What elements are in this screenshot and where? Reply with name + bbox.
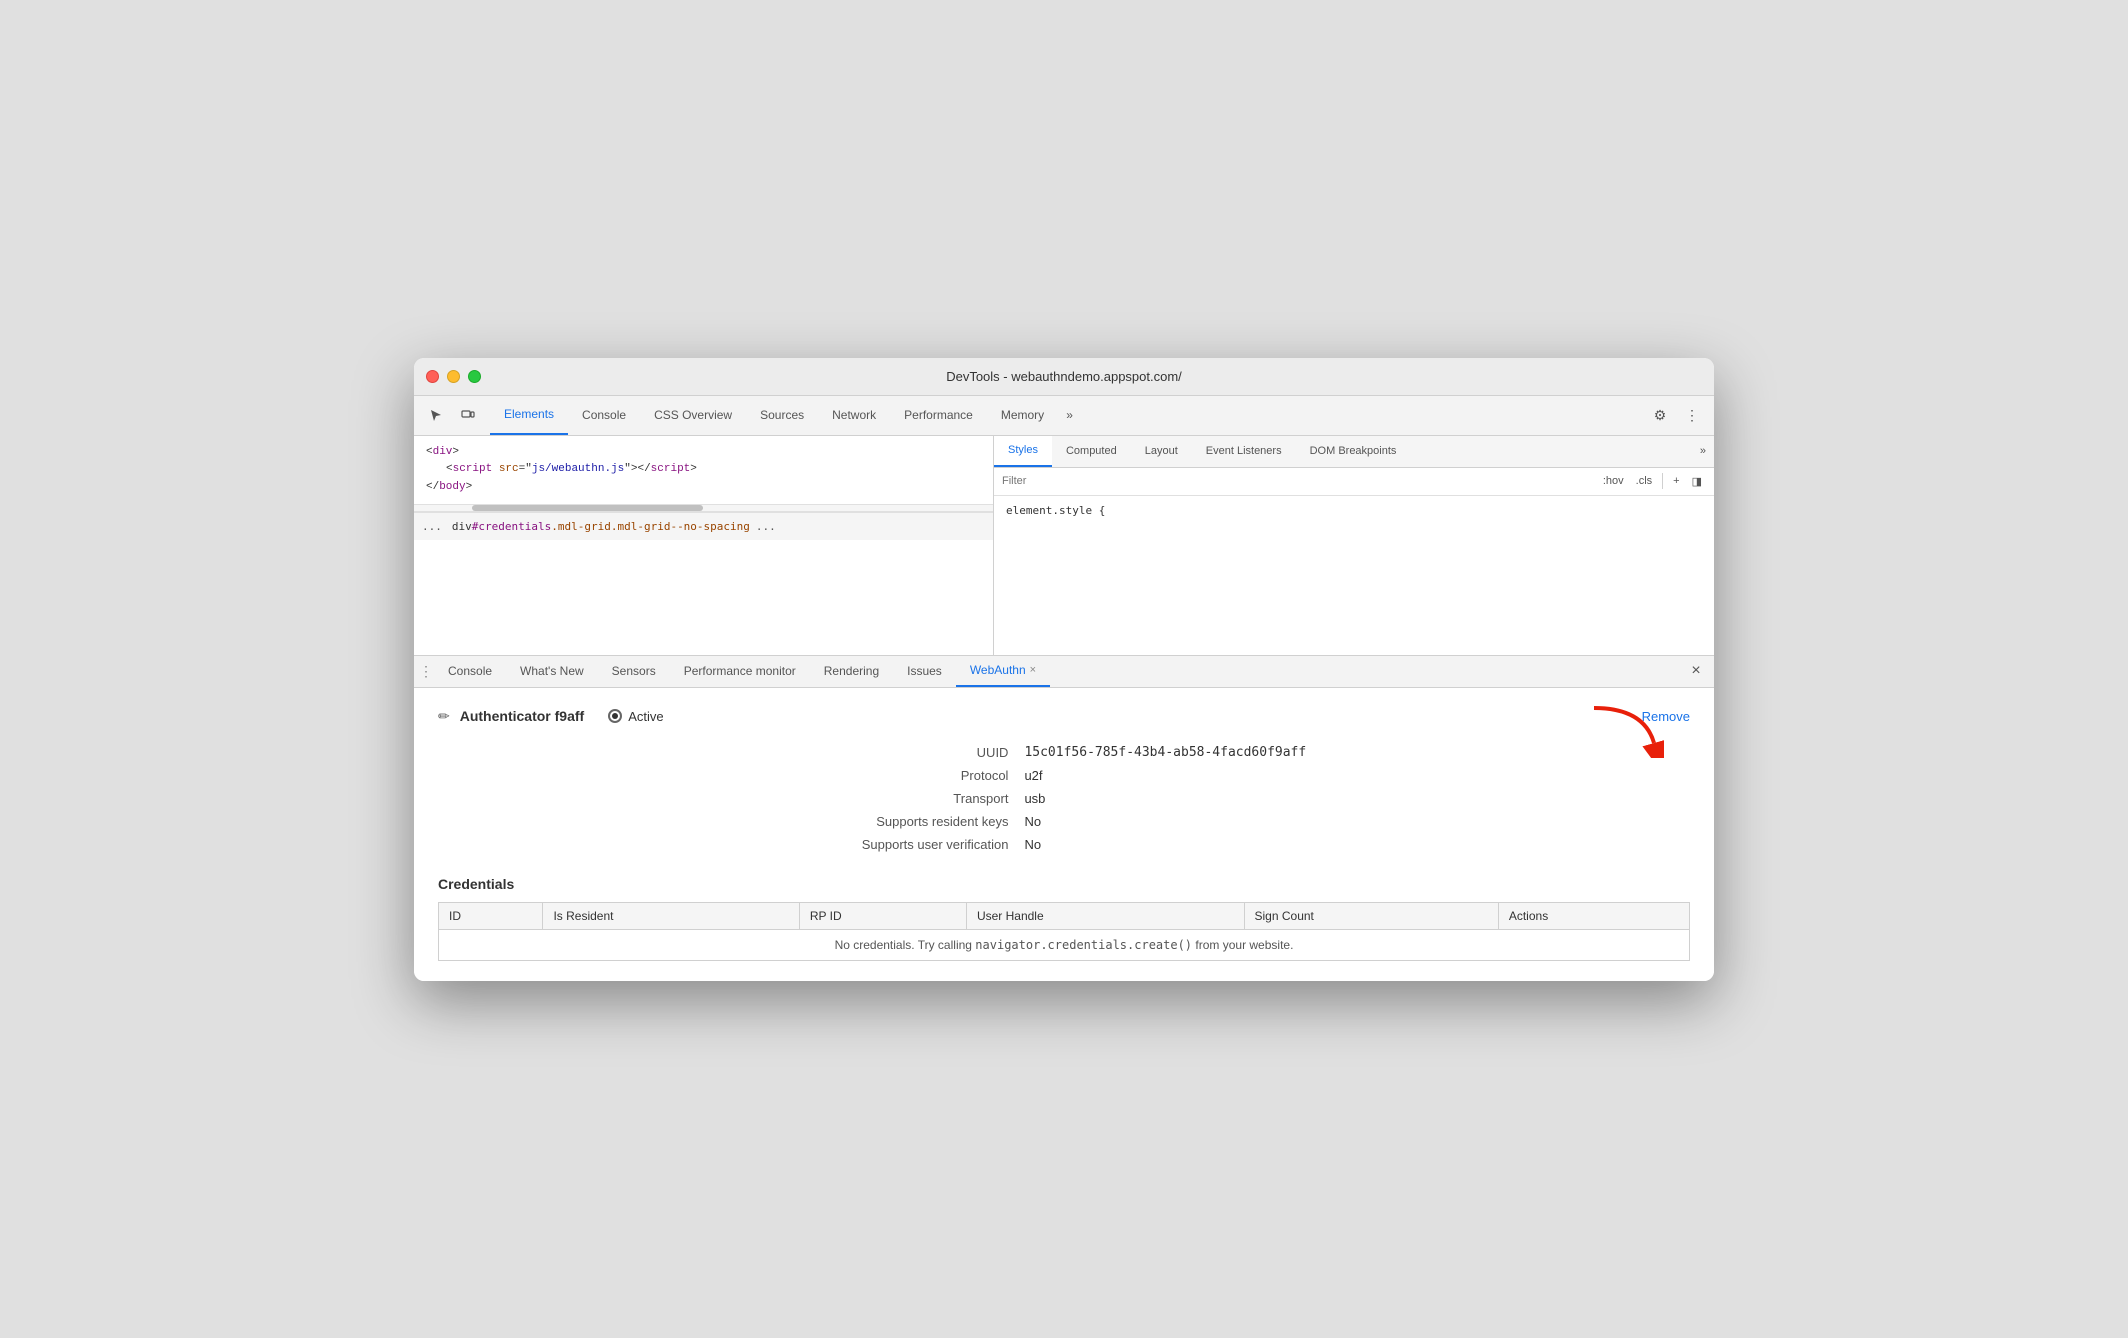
authenticator-name: Authenticator f9aff (460, 708, 584, 724)
auth-details: UUID 15c01f56-785f-43b4-ab58-4facd60f9af… (438, 745, 1690, 852)
tab-sources[interactable]: Sources (746, 395, 818, 435)
devtools-topbar-icons (422, 401, 482, 429)
top-panels: <div> <script src="js/webauthn.js"></scr… (414, 436, 1714, 656)
active-radio[interactable]: Active (608, 709, 663, 724)
cursor-icon[interactable] (422, 401, 450, 429)
dom-line-2: <script src="js/webauthn.js"></script> (426, 461, 981, 479)
tab-layout[interactable]: Layout (1131, 436, 1192, 468)
edit-icon[interactable]: ✏ (438, 708, 450, 725)
minimize-button[interactable] (447, 370, 460, 383)
toggle-sidebar-button[interactable]: ◨ (1688, 474, 1706, 489)
no-credentials-cell: No credentials. Try calling navigator.cr… (439, 929, 1690, 960)
devtools-body: <div> <script src="js/webauthn.js"></scr… (414, 436, 1714, 981)
devtools-more-tabs[interactable]: » (1058, 395, 1081, 435)
title-bar: DevTools - webauthndemo.appspot.com/ (414, 358, 1714, 396)
device-toolbar-icon[interactable] (454, 401, 482, 429)
styles-filter-input[interactable] (1002, 475, 1599, 487)
bottom-tab-issues[interactable]: Issues (893, 655, 956, 687)
credentials-title: Credentials (438, 876, 1690, 892)
dom-scrollbar[interactable] (414, 504, 993, 512)
styles-filter-controls: :hov .cls + ◨ (1599, 473, 1706, 489)
tab-dom-breakpoints[interactable]: DOM Breakpoints (1296, 436, 1411, 468)
tab-event-listeners[interactable]: Event Listeners (1192, 436, 1296, 468)
close-button[interactable] (426, 370, 439, 383)
devtools-window: DevTools - webauthndemo.appspot.com/ Ele… (414, 358, 1714, 981)
bottom-tab-console[interactable]: Console (434, 655, 506, 687)
styles-content: element.style { (994, 496, 1714, 525)
resident-keys-label: Supports resident keys (478, 814, 1008, 829)
col-is-resident: Is Resident (543, 902, 799, 929)
styles-rule: element.style { (1006, 504, 1105, 517)
tab-memory[interactable]: Memory (987, 395, 1058, 435)
table-header-row: ID Is Resident RP ID User Handle Sign Co… (439, 902, 1690, 929)
authenticator-header: ✏ Authenticator f9aff Active Remove (438, 708, 1690, 725)
filter-separator (1662, 473, 1663, 489)
dom-panel: <div> <script src="js/webauthn.js"></scr… (414, 436, 994, 655)
breadcrumb-dots[interactable]: ... (422, 520, 442, 533)
user-verification-value: No (1024, 837, 1690, 852)
arrow-indicator (1584, 698, 1664, 763)
col-actions: Actions (1498, 902, 1689, 929)
more-options-icon[interactable]: ⋮ (1678, 401, 1706, 429)
protocol-label: Protocol (478, 768, 1008, 783)
col-user-handle: User Handle (966, 902, 1244, 929)
resident-keys-value: No (1024, 814, 1690, 829)
transport-value: usb (1024, 791, 1690, 806)
maximize-button[interactable] (468, 370, 481, 383)
dom-line-3: </body> (426, 479, 981, 497)
no-credentials-suffix: from your website. (1192, 938, 1293, 952)
traffic-lights (426, 370, 481, 383)
no-credentials-code: navigator.credentials.create() (975, 938, 1192, 952)
tab-styles[interactable]: Styles (994, 436, 1052, 468)
credentials-table: ID Is Resident RP ID User Handle Sign Co… (438, 902, 1690, 961)
dom-line-1: <div> (426, 444, 981, 462)
styles-more-tabs[interactable]: » (1692, 436, 1714, 468)
bottom-tab-sensors[interactable]: Sensors (598, 655, 670, 687)
devtools-topbar-right: ⚙ ⋮ (1646, 401, 1706, 429)
webauthn-tab-close[interactable]: × (1030, 664, 1036, 676)
col-id: ID (439, 902, 543, 929)
tab-elements[interactable]: Elements (490, 395, 568, 435)
tab-css-overview[interactable]: CSS Overview (640, 395, 746, 435)
no-credentials-prefix: No credentials. Try calling (835, 938, 976, 952)
devtools-tabs: Elements Console CSS Overview Sources Ne… (490, 395, 1646, 435)
bottom-tab-rendering[interactable]: Rendering (810, 655, 893, 687)
user-verification-label: Supports user verification (478, 837, 1008, 852)
radio-inner (612, 713, 618, 719)
tab-computed[interactable]: Computed (1052, 436, 1131, 468)
radio-input[interactable] (608, 709, 622, 723)
credentials-section: Credentials ID Is Resident RP ID User Ha… (438, 876, 1690, 961)
webauthn-panel: ✏ Authenticator f9aff Active Remove UUID… (414, 688, 1714, 981)
protocol-value: u2f (1024, 768, 1690, 783)
bottom-tab-webauthn[interactable]: WebAuthn × (956, 655, 1050, 687)
bottom-tab-whats-new[interactable]: What's New (506, 655, 598, 687)
cls-button[interactable]: .cls (1632, 474, 1657, 488)
bottom-tab-performance-monitor[interactable]: Performance monitor (670, 655, 810, 687)
bottom-tabs-bar: ⋮ Console What's New Sensors Performance… (414, 656, 1714, 688)
drag-handle[interactable]: ⋮ (418, 657, 434, 685)
breadcrumb: ... div#credentials.mdl-grid.mdl-grid--n… (414, 512, 993, 540)
devtools-topbar: Elements Console CSS Overview Sources Ne… (414, 396, 1714, 436)
bottom-close-button[interactable]: × (1682, 657, 1710, 685)
dom-scrollbar-thumb (472, 505, 704, 511)
active-label: Active (628, 709, 663, 724)
col-rp-id: RP ID (799, 902, 966, 929)
settings-icon[interactable]: ⚙ (1646, 401, 1674, 429)
styles-panel: Styles Computed Layout Event Listeners D… (994, 436, 1714, 655)
styles-filter-bar: :hov .cls + ◨ (994, 468, 1714, 496)
transport-label: Transport (478, 791, 1008, 806)
add-style-button[interactable]: + (1669, 474, 1683, 488)
tab-network[interactable]: Network (818, 395, 890, 435)
breadcrumb-more[interactable]: ... (756, 520, 776, 533)
col-sign-count: Sign Count (1244, 902, 1498, 929)
uuid-label: UUID (478, 745, 1008, 760)
hov-button[interactable]: :hov (1599, 474, 1628, 488)
no-credentials-row: No credentials. Try calling navigator.cr… (439, 929, 1690, 960)
styles-tabs: Styles Computed Layout Event Listeners D… (994, 436, 1714, 468)
tab-console[interactable]: Console (568, 395, 640, 435)
window-title: DevTools - webauthndemo.appspot.com/ (946, 369, 1182, 384)
tab-performance[interactable]: Performance (890, 395, 987, 435)
bottom-panels: ⋮ Console What's New Sensors Performance… (414, 656, 1714, 981)
dom-code: <div> <script src="js/webauthn.js"></scr… (414, 436, 993, 505)
